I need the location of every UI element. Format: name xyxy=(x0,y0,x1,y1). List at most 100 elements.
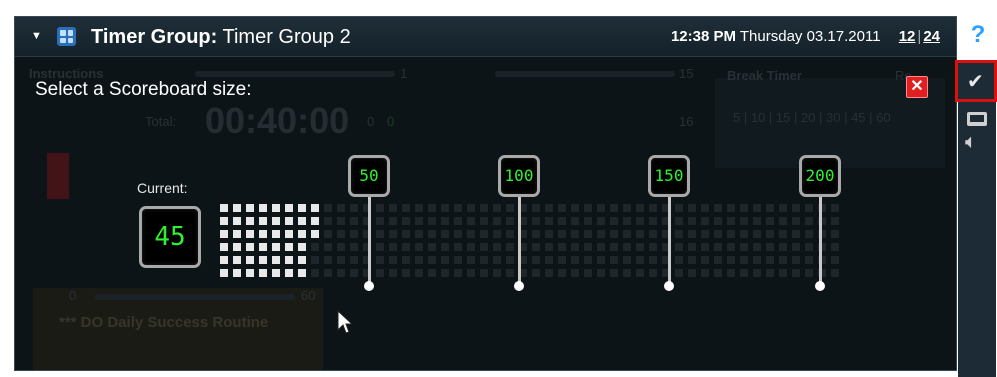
scoreboard-dot xyxy=(805,243,813,251)
clock-date: Thursday 03.17.2011 xyxy=(739,28,881,45)
scoreboard-dot xyxy=(571,204,579,212)
scoreboard-dot xyxy=(298,243,306,251)
scoreboard-dot xyxy=(597,204,605,212)
scoreboard-dot xyxy=(337,269,345,277)
size-100-dot xyxy=(514,281,524,291)
scoreboard-dot xyxy=(272,243,280,251)
format-24-link[interactable]: 24 xyxy=(923,28,940,45)
scoreboard-dot xyxy=(350,204,358,212)
scoreboard-dot xyxy=(610,256,618,264)
scoreboard-dot xyxy=(350,269,358,277)
scoreboard-dot xyxy=(493,204,501,212)
scoreboard-dot xyxy=(506,256,514,264)
scoreboard-dot xyxy=(376,256,384,264)
size-50-stem xyxy=(368,197,371,285)
scoreboard-dot xyxy=(480,204,488,212)
scoreboard-dot xyxy=(298,230,306,238)
scoreboard-dot xyxy=(571,217,579,225)
scoreboard-dot xyxy=(402,204,410,212)
scoreboard-dot xyxy=(623,230,631,238)
help-icon[interactable]: ? xyxy=(963,20,993,50)
scoreboard-dot xyxy=(740,243,748,251)
checkmark-button[interactable]: ✔ xyxy=(955,60,997,102)
scoreboard-dot xyxy=(324,230,332,238)
scoreboard-dot xyxy=(246,230,254,238)
bg-count-c: 16 xyxy=(679,114,694,129)
scoreboard-dot xyxy=(220,230,228,238)
scoreboard-dot xyxy=(389,217,397,225)
scoreboard-dot xyxy=(233,204,241,212)
scoreboard-dot xyxy=(636,243,644,251)
scoreboard-dot xyxy=(545,230,553,238)
scoreboard-dot xyxy=(675,256,683,264)
format-12-link[interactable]: 12 xyxy=(899,28,916,45)
scoreboard-dot xyxy=(753,204,761,212)
scoreboard-dot xyxy=(727,243,735,251)
scoreboard-dot xyxy=(636,217,644,225)
scoreboard-dot xyxy=(441,256,449,264)
scoreboard-dot xyxy=(506,269,514,277)
bg-zero-b: 0 xyxy=(387,114,395,129)
scoreboard-dot xyxy=(220,204,228,212)
scoreboard-dot xyxy=(597,230,605,238)
scoreboard-dot xyxy=(454,230,462,238)
scoreboard-dot xyxy=(636,204,644,212)
size-option-50-button[interactable]: 50 xyxy=(348,155,390,197)
scoreboard-dot xyxy=(233,217,241,225)
scoreboard-dot xyxy=(246,243,254,251)
scoreboard-dot xyxy=(792,230,800,238)
scoreboard-dot xyxy=(324,269,332,277)
scoreboard-dot xyxy=(350,243,358,251)
scoreboard-dot xyxy=(792,217,800,225)
scoreboard-dot xyxy=(688,243,696,251)
scoreboard-dot xyxy=(649,243,657,251)
scoreboard-dot xyxy=(688,256,696,264)
scoreboard-dot xyxy=(792,243,800,251)
collapse-triangle-icon[interactable]: ▼ xyxy=(31,30,42,42)
scoreboard-dot xyxy=(441,243,449,251)
title-label: Timer Group: xyxy=(91,26,218,48)
scoreboard-dot xyxy=(220,217,228,225)
size-option-200-button[interactable]: 200 xyxy=(799,155,841,197)
scoreboard-icon[interactable] xyxy=(967,112,987,126)
timer-group-window: ▼ Timer Group: Timer Group 2 12:38 PM Th… xyxy=(14,16,957,371)
scoreboard-size-prompt: Select a Scoreboard size: xyxy=(35,79,252,100)
scoreboard-dot xyxy=(311,217,319,225)
size-100-stem xyxy=(518,197,521,285)
scoreboard-dot xyxy=(493,269,501,277)
size-option-150-button[interactable]: 150 xyxy=(648,155,690,197)
scoreboard-dot xyxy=(636,269,644,277)
scoreboard-dot xyxy=(584,243,592,251)
clock-display: 12:38 PM Thursday 03.17.2011 12 | 24 xyxy=(671,28,940,45)
scoreboard-dot xyxy=(831,230,839,238)
scoreboard-dot xyxy=(272,269,280,277)
speaker-icon[interactable]: 🔈︎ xyxy=(965,131,977,154)
scoreboard-dot xyxy=(467,269,475,277)
size-200-dot xyxy=(815,281,825,291)
scoreboard-dot xyxy=(740,256,748,264)
bg-total-value: 00:40:00 xyxy=(205,100,350,141)
scoreboard-dot xyxy=(532,243,540,251)
scoreboard-dot xyxy=(259,269,267,277)
scoreboard-dot xyxy=(545,269,553,277)
close-icon[interactable]: ✕ xyxy=(906,76,928,98)
scoreboard-dot xyxy=(246,204,254,212)
scoreboard-dot xyxy=(246,256,254,264)
scoreboard-dot xyxy=(753,269,761,277)
scoreboard-dot xyxy=(311,204,319,212)
scoreboard-dot xyxy=(220,243,228,251)
scoreboard-dot xyxy=(272,230,280,238)
scoreboard-dot xyxy=(558,243,566,251)
scoreboard-dot xyxy=(623,269,631,277)
scoreboard-dot xyxy=(714,204,722,212)
scoreboard-dot xyxy=(714,256,722,264)
scoreboard-dot xyxy=(727,256,735,264)
scoreboard-dot xyxy=(675,269,683,277)
scoreboard-dot xyxy=(727,230,735,238)
checkmark-icon: ✔ xyxy=(967,71,984,93)
scoreboard-dot xyxy=(428,243,436,251)
scoreboard-dot xyxy=(441,204,449,212)
bg-slider-a xyxy=(195,71,395,77)
scoreboard-dot xyxy=(480,230,488,238)
size-option-100-button[interactable]: 100 xyxy=(498,155,540,197)
